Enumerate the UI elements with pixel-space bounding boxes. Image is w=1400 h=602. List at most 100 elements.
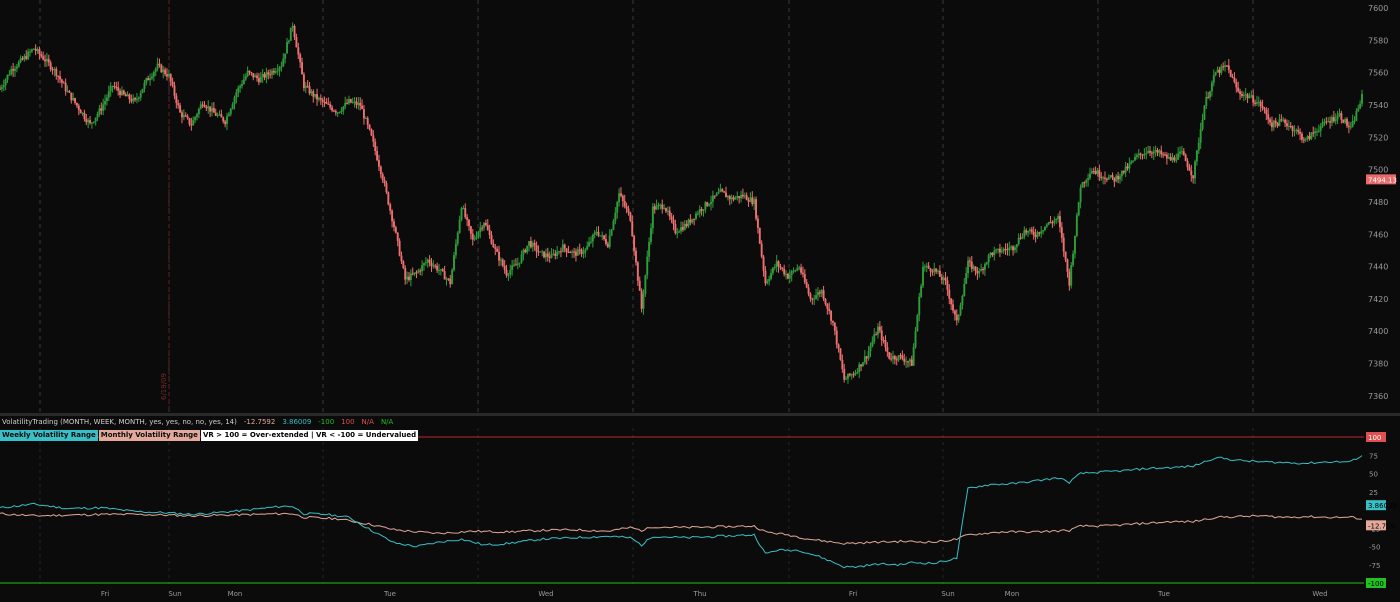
candle-body <box>1353 120 1356 122</box>
candle-body <box>708 204 711 206</box>
candle-body <box>680 227 682 232</box>
candle-body <box>32 48 35 50</box>
candle-body <box>1214 72 1217 76</box>
candle-body <box>657 204 660 206</box>
candle-body <box>1171 157 1174 161</box>
candle-body <box>758 227 761 244</box>
candle-body <box>413 272 416 275</box>
candle-body <box>126 94 129 97</box>
candle-body <box>394 227 397 233</box>
candle-body <box>60 79 63 83</box>
candle-body <box>483 222 485 228</box>
candle-body <box>299 54 302 63</box>
candle-body <box>1049 222 1052 224</box>
candle-body <box>248 70 251 73</box>
candle-body <box>1175 159 1178 161</box>
legend-monthly[interactable]: Monthly Volatility Range <box>98 430 200 441</box>
candle-body <box>835 330 838 345</box>
candle-body <box>847 373 849 379</box>
candle-body <box>578 249 581 251</box>
candle-body <box>1280 119 1283 121</box>
candle-body <box>398 240 401 256</box>
candle-body <box>212 108 215 113</box>
candle-body <box>556 251 559 256</box>
candle-body <box>603 235 606 240</box>
candle-body <box>726 196 729 198</box>
candle-body <box>1158 150 1161 153</box>
date-marker-label: 6/19/09 <box>160 373 168 400</box>
candle-body <box>323 101 326 103</box>
candle-body <box>935 268 938 272</box>
candle-body <box>1113 177 1116 182</box>
candle-body <box>546 253 549 257</box>
candle-body <box>143 82 146 89</box>
candle-body <box>498 251 500 261</box>
candle-body <box>1043 226 1046 231</box>
candle-body <box>1154 149 1157 152</box>
candle-body <box>1197 142 1200 151</box>
candle-body <box>985 262 988 265</box>
candle-body <box>77 105 80 110</box>
x-axis-day-label: Fri <box>101 590 109 598</box>
candle-body <box>1117 175 1120 180</box>
price-tick-label: 7520 <box>1368 133 1388 142</box>
price-and-indicator-chart[interactable]: 7360 7380 7400 7420 7440 7460 7480 7500 7520 7540… <box>0 0 1400 598</box>
candle-body <box>595 231 598 233</box>
candle-body <box>1220 66 1223 73</box>
candle-body <box>933 268 936 273</box>
candle-body <box>434 265 437 267</box>
candle-body <box>468 219 470 227</box>
candle-body <box>408 276 410 280</box>
candle-body <box>231 104 234 109</box>
candle-body <box>689 219 692 223</box>
candle-body <box>359 102 362 106</box>
candle-body <box>1008 247 1011 250</box>
candle-body <box>441 269 444 272</box>
candle-body <box>1233 77 1236 82</box>
legend-weekly[interactable]: Weekly Volatility Range <box>0 430 98 441</box>
candle-body <box>826 303 829 309</box>
x-axis-day-label: Tue <box>1157 590 1170 598</box>
candle-body <box>976 271 979 274</box>
candle-body <box>1064 251 1067 260</box>
candle-body <box>1047 222 1050 225</box>
candle-body <box>811 298 814 300</box>
candle-body <box>30 49 33 52</box>
candle-body <box>246 70 249 76</box>
candle-body <box>252 73 255 78</box>
candle-body <box>818 292 821 294</box>
candle-body <box>531 243 534 248</box>
candle-body <box>764 270 767 284</box>
candle-body <box>40 54 43 57</box>
candle-body <box>479 227 482 233</box>
candle-body <box>1334 119 1337 122</box>
candle-body <box>370 129 373 136</box>
candle-body <box>895 359 898 361</box>
candle-body <box>1012 246 1015 251</box>
candle-body <box>850 374 853 376</box>
candle-body <box>181 112 183 118</box>
candle-body <box>1329 121 1332 123</box>
candle-body <box>462 208 465 210</box>
candle-body <box>783 269 786 275</box>
candle-body <box>1077 202 1080 216</box>
candle-body <box>633 236 636 251</box>
candle-body <box>149 78 152 81</box>
candle-body <box>1070 265 1073 286</box>
study-value-na-1: N/A <box>361 418 374 426</box>
candle-body <box>1299 131 1302 134</box>
candle-body <box>685 223 688 227</box>
candle-body <box>586 246 589 250</box>
chart-root[interactable]: 7360 7380 7400 7420 7440 7460 7480 7500 7520 7540… <box>0 0 1400 598</box>
candle-body <box>541 251 544 253</box>
candle-body <box>98 108 101 115</box>
candle-body <box>115 86 118 88</box>
candle-body <box>1332 117 1335 122</box>
candle-body <box>12 69 15 71</box>
candle-body <box>4 79 7 86</box>
candle-body <box>1316 131 1318 133</box>
candle-body <box>349 99 352 103</box>
candle-body <box>955 314 958 321</box>
candle-body <box>271 70 273 75</box>
study-name[interactable]: VolatilityTrading (MONTH, WEEK, MONTH, y… <box>0 417 239 428</box>
